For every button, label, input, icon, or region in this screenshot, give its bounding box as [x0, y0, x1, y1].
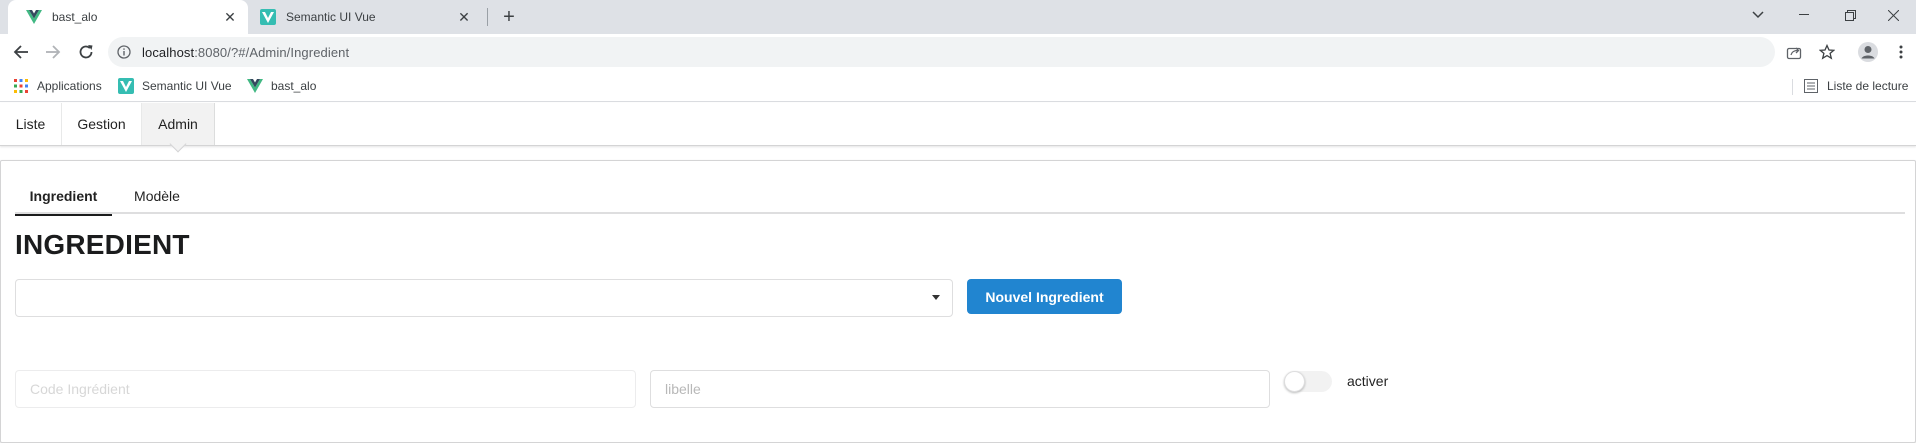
- reading-list-icon: [1803, 78, 1819, 94]
- new-tab-icon[interactable]: +: [498, 6, 520, 28]
- browser-toolbar: localhost:8080/?#/Admin/Ingredient: [0, 34, 1916, 70]
- tab-ingredient[interactable]: Ingredient: [15, 178, 112, 216]
- tab-search-chevron-icon[interactable]: [1735, 0, 1781, 30]
- toggle-label: activer: [1347, 373, 1389, 389]
- admin-sub-tabs: Ingredient Modèle: [15, 178, 1905, 216]
- share-icon[interactable]: [1785, 43, 1803, 61]
- vue-logo-icon: [26, 9, 42, 25]
- close-window-icon[interactable]: [1870, 0, 1916, 30]
- forward-arrow-icon[interactable]: [40, 39, 66, 65]
- bookmark-semantic-ui-vue[interactable]: Semantic UI Vue: [118, 70, 232, 102]
- tab-title: Semantic UI Vue: [286, 10, 376, 24]
- code-ingredient-input[interactable]: [15, 370, 636, 408]
- profile-avatar-icon[interactable]: [1855, 39, 1881, 65]
- apps-grid-icon: [13, 78, 29, 94]
- app-top-menu: Liste Gestion Admin: [0, 103, 1916, 146]
- menu-kebab-icon[interactable]: [1892, 43, 1910, 61]
- tab-modele[interactable]: Modèle: [114, 178, 200, 214]
- activer-toggle[interactable]: [1284, 371, 1332, 392]
- bookmark-label: Applications: [37, 79, 102, 93]
- page-title: INGREDIENT: [15, 229, 190, 260]
- bookmark-label: Semantic UI Vue: [142, 79, 232, 93]
- bookmarks-bar: Applications Semantic UI Vue bast_alo Li…: [0, 70, 1916, 102]
- libelle-input[interactable]: [650, 370, 1270, 408]
- semantic-ui-vue-icon: [118, 78, 134, 94]
- tab-separator: [487, 8, 488, 26]
- url-text: localhost:8080/?#/Admin/Ingredient: [142, 45, 349, 60]
- site-info-icon[interactable]: [116, 44, 132, 60]
- menu-item-gestion[interactable]: Gestion: [62, 103, 142, 145]
- ingredient-select-dropdown[interactable]: [15, 279, 953, 317]
- new-ingredient-button[interactable]: Nouvel Ingredient: [967, 279, 1122, 314]
- browser-tabstrip: bast_alo ✕ Semantic UI Vue ✕ +: [0, 0, 1916, 34]
- url-path: :8080/?#/Admin/Ingredient: [194, 44, 350, 60]
- bookmark-star-icon[interactable]: [1818, 43, 1836, 61]
- bookmark-label: bast_alo: [271, 79, 317, 93]
- menu-item-liste[interactable]: Liste: [0, 103, 62, 145]
- reading-list-label: Liste de lecture: [1827, 79, 1909, 93]
- minimize-icon[interactable]: [1781, 0, 1827, 30]
- bookmark-bast-alo[interactable]: bast_alo: [247, 70, 316, 102]
- restore-icon[interactable]: [1827, 0, 1873, 30]
- back-arrow-icon[interactable]: [8, 39, 34, 65]
- address-bar[interactable]: localhost:8080/?#/Admin/Ingredient: [108, 37, 1775, 67]
- semantic-ui-vue-icon: [260, 9, 276, 25]
- browser-tab-bast-alo[interactable]: bast_alo ✕: [8, 0, 248, 34]
- close-tab-icon[interactable]: ✕: [454, 7, 474, 27]
- vue-logo-icon: [247, 78, 263, 94]
- reading-list-button[interactable]: Liste de lecture: [1803, 70, 1908, 102]
- close-tab-icon[interactable]: ✕: [220, 7, 240, 27]
- bookmark-applications[interactable]: Applications: [13, 70, 102, 102]
- tab-title: bast_alo: [52, 10, 98, 24]
- bookmarks-divider: [1792, 79, 1793, 95]
- toggle-knob: [1284, 371, 1305, 392]
- url-host: localhost: [142, 44, 195, 60]
- reload-icon[interactable]: [73, 39, 99, 65]
- dropdown-caret-icon: [932, 295, 940, 300]
- browser-tab-semantic-ui-vue[interactable]: Semantic UI Vue ✕: [252, 0, 482, 34]
